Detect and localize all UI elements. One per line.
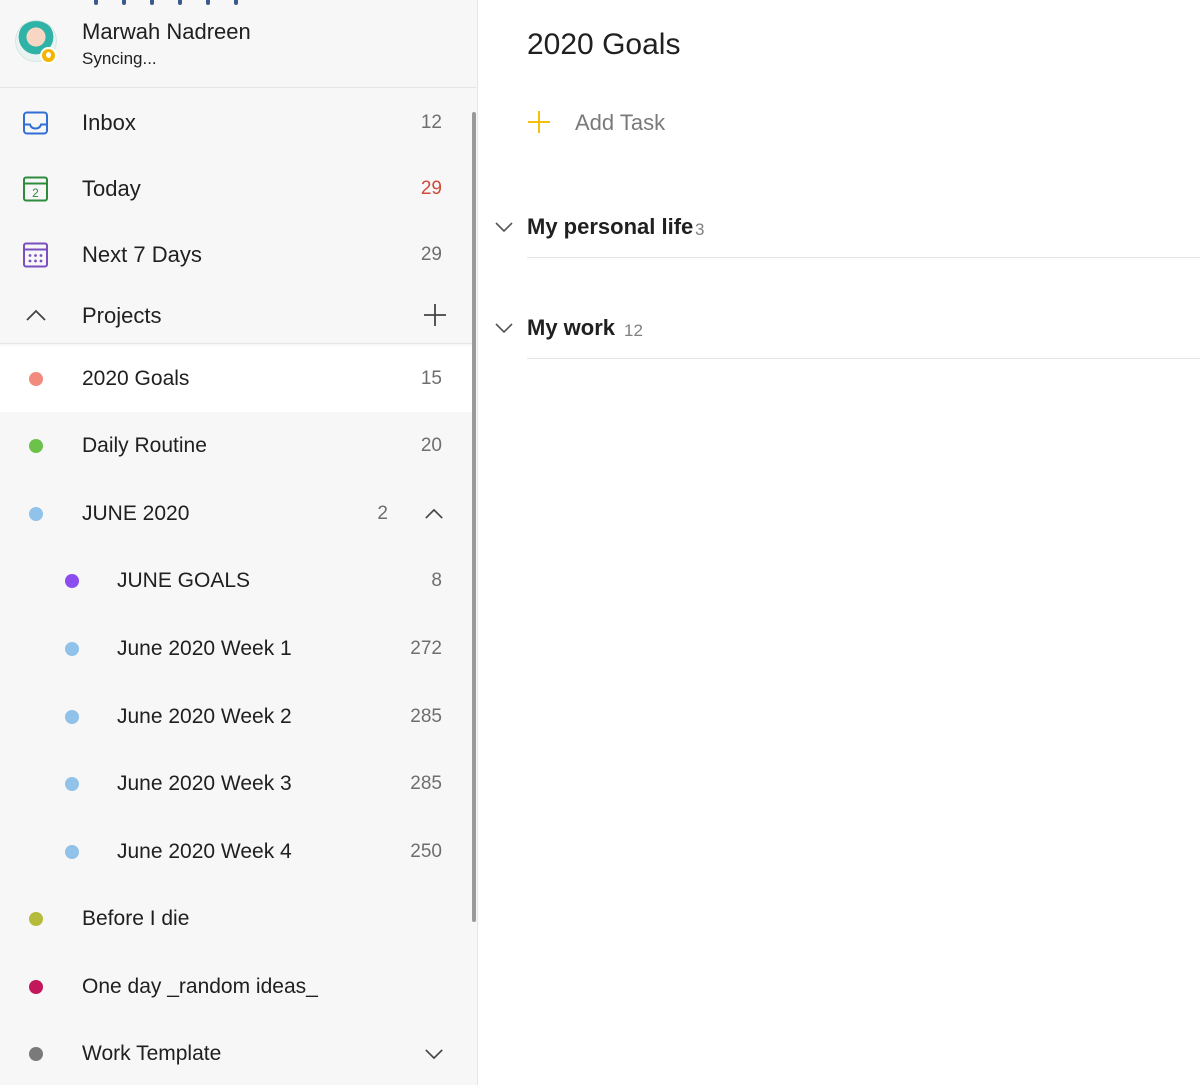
project-count: 285: [410, 706, 442, 727]
nav-today[interactable]: 2 Today 29: [0, 159, 474, 219]
main-panel: 2020 Goals Add Task My personal life 3 M…: [479, 0, 1200, 1085]
project-label: Work Template: [82, 1042, 222, 1065]
nav-inbox-label: Inbox: [82, 110, 136, 135]
project-june-week-3[interactable]: June 2020 Week 3 285: [0, 751, 474, 817]
project-count: 250: [410, 841, 442, 862]
project-count: 20: [420, 435, 442, 456]
project-count: 272: [410, 638, 442, 659]
profile-header[interactable]: Marwah Nadreen Syncing...: [0, 0, 476, 88]
project-label: Daily Routine: [82, 434, 207, 457]
project-label: June 2020 Week 4: [117, 840, 292, 863]
projects-header[interactable]: Projects: [0, 288, 474, 344]
project-color-dot: [29, 507, 43, 521]
project-label: Before I die: [82, 907, 190, 930]
project-count: 15: [420, 368, 442, 389]
chevron-down-icon[interactable]: [424, 1048, 444, 1061]
calendar-today-icon: 2: [23, 176, 48, 202]
project-color-dot: [65, 642, 79, 656]
projects-header-label: Projects: [82, 302, 162, 328]
project-june-week-2[interactable]: June 2020 Week 2 285: [0, 684, 474, 750]
page-title: 2020 Goals: [527, 28, 681, 61]
project-folder-work-template[interactable]: Work Template: [0, 1021, 474, 1085]
project-daily-routine[interactable]: Daily Routine 20: [0, 413, 474, 479]
add-task-button[interactable]: Add Task: [527, 108, 827, 138]
profile-name: Marwah Nadreen: [82, 19, 251, 44]
sidebar-scrollbar[interactable]: [472, 112, 476, 922]
project-label: JUNE 2020: [82, 502, 190, 525]
sidebar: Marwah Nadreen Syncing... Inbox 12 2 Tod…: [0, 0, 478, 1085]
section-my-personal-life[interactable]: My personal life 3: [479, 198, 1200, 258]
section-count: 3: [695, 220, 705, 239]
project-color-dot: [29, 372, 43, 386]
project-color-dot: [29, 980, 43, 994]
project-june-week-4[interactable]: June 2020 Week 4 250: [0, 819, 474, 885]
chevron-down-icon[interactable]: [495, 323, 513, 334]
project-color-dot: [65, 845, 79, 859]
project-folder-june-2020[interactable]: JUNE 2020 2: [0, 481, 474, 547]
chevron-up-icon[interactable]: [25, 308, 47, 322]
project-count: 8: [431, 570, 442, 591]
plus-icon: [528, 111, 550, 133]
project-label: June 2020 Week 2: [117, 705, 292, 728]
project-color-dot: [65, 710, 79, 724]
chevron-up-icon[interactable]: [424, 507, 444, 520]
section-title: My personal life: [527, 214, 694, 239]
add-project-plus-icon[interactable]: [422, 302, 448, 328]
section-title: My work: [527, 315, 616, 340]
today-day-number: 2: [32, 186, 39, 200]
project-before-i-die[interactable]: Before I die: [0, 886, 474, 952]
project-color-dot: [65, 777, 79, 791]
project-color-dot: [29, 912, 43, 926]
project-june-goals[interactable]: JUNE GOALS 8: [0, 548, 474, 614]
project-count: 285: [410, 773, 442, 794]
project-label: One day _random ideas_: [82, 975, 318, 998]
project-color-dot: [29, 439, 43, 453]
section-my-work[interactable]: My work 12: [479, 299, 1200, 359]
project-label: JUNE GOALS: [117, 569, 251, 592]
nav-next-7-days-label: Next 7 Days: [82, 242, 202, 267]
nav-today-label: Today: [82, 176, 141, 201]
add-task-label: Add Task: [575, 110, 666, 135]
nav-inbox[interactable]: Inbox 12: [0, 93, 474, 153]
nav-next-7-days[interactable]: Next 7 Days 29: [0, 225, 474, 285]
nav-next-7-days-count: 29: [420, 244, 442, 265]
section-divider: [527, 358, 1200, 359]
project-label: June 2020 Week 3: [117, 772, 292, 795]
project-one-day-random-ideas[interactable]: One day _random ideas_: [0, 954, 474, 1020]
sync-status: Syncing...: [82, 49, 157, 68]
project-label: 2020 Goals: [82, 367, 190, 390]
project-june-week-1[interactable]: June 2020 Week 1 272: [0, 616, 474, 682]
section-count: 12: [624, 321, 643, 340]
inbox-icon: [23, 111, 48, 135]
calendar-week-icon: [23, 242, 48, 268]
project-color-dot: [29, 1047, 43, 1061]
premium-badge-icon: [40, 47, 57, 64]
project-color-dot: [65, 574, 79, 588]
section-divider: [527, 257, 1200, 258]
nav-inbox-count: 12: [420, 112, 442, 133]
project-count: 2: [377, 503, 388, 524]
chevron-down-icon[interactable]: [495, 222, 513, 233]
nav-today-count: 29: [420, 178, 442, 199]
project-label: June 2020 Week 1: [117, 637, 292, 660]
project-2020-goals[interactable]: 2020 Goals 15: [0, 346, 474, 412]
